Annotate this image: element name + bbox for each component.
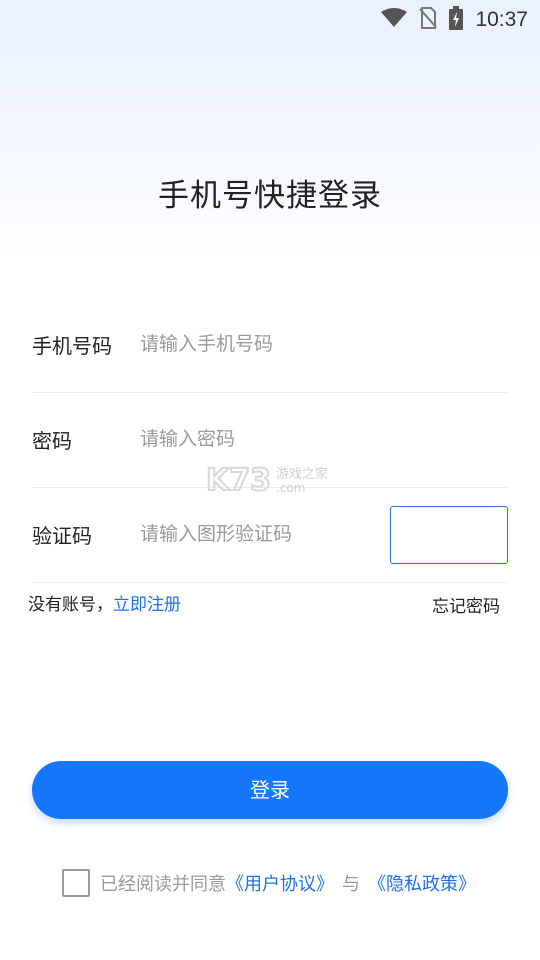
status-bar: 10:37 [0, 0, 540, 36]
svg-text:游戏之家: 游戏之家 [276, 466, 328, 482]
status-time: 10:37 [475, 8, 528, 31]
phone-label: 手机号码 [32, 334, 112, 358]
page-title: 手机号快捷登录 [158, 178, 382, 214]
no-sim-icon [419, 7, 438, 33]
captcha-label: 验证码 [32, 524, 92, 548]
password-label: 密码 [32, 429, 72, 453]
no-account-text: 没有账号， [28, 595, 113, 615]
battery-charging-icon [449, 6, 464, 34]
login-button[interactable]: 登录 [32, 761, 508, 819]
watermark-logo: K73 游戏之家 .com [205, 460, 336, 499]
agreement-checkbox[interactable] [62, 869, 90, 897]
svg-text:K73: K73 [206, 463, 271, 498]
phone-input[interactable] [140, 322, 380, 366]
captcha-row: 验证码 [32, 488, 508, 583]
phone-row: 手机号码 [32, 298, 508, 393]
privacy-policy-link[interactable]: 《隐私政策》 [368, 870, 476, 896]
svg-text:.com: .com [276, 481, 305, 495]
status-icons: 10:37 [381, 6, 528, 34]
agreement: 已经阅读并同意 《用户协议》与《隐私政策》 [62, 868, 502, 898]
password-input[interactable] [140, 417, 380, 461]
agreement-prefix: 已经阅读并同意 [100, 874, 226, 895]
register-link[interactable]: 立即注册 [113, 595, 181, 615]
captcha-input[interactable] [140, 512, 380, 556]
forgot-password-link[interactable]: 忘记密码 [432, 592, 500, 617]
captcha-image[interactable] [390, 506, 508, 564]
wifi-icon [381, 8, 408, 32]
account-links: 没有账号，立即注册 忘记密码 [28, 590, 500, 617]
user-agreement-link[interactable]: 《用户协议》 [226, 870, 334, 896]
agreement-and: 与 [342, 874, 360, 895]
